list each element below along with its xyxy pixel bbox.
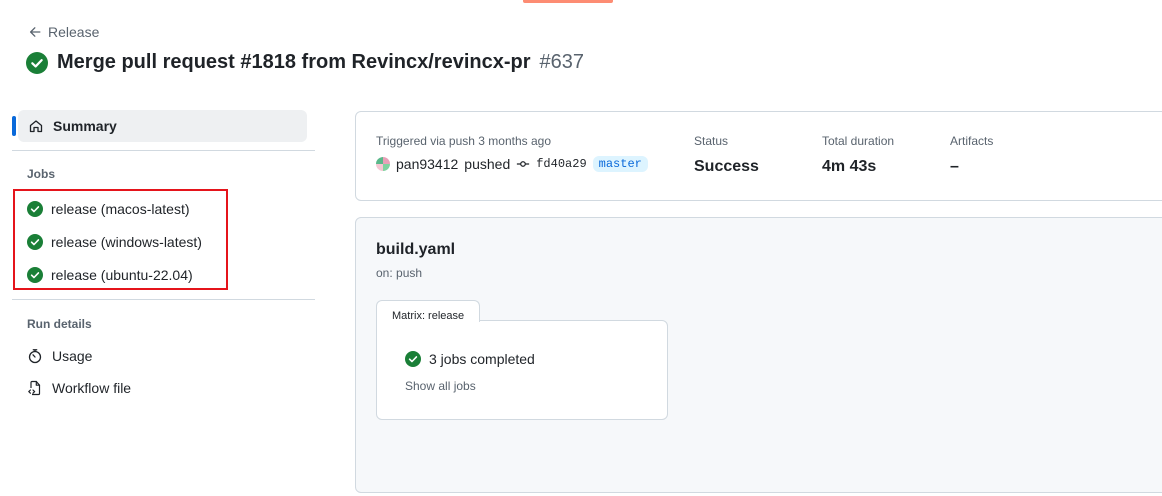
status-column: Status Success <box>694 134 759 176</box>
branch-label[interactable]: master <box>592 156 648 172</box>
sidebar-item-usage[interactable]: Usage <box>12 340 315 372</box>
back-to-workflow-link[interactable]: Release <box>28 24 99 40</box>
workflow-trigger: on: push <box>376 266 423 280</box>
sidebar-item-label: Usage <box>52 348 93 364</box>
avatar[interactable] <box>376 157 390 171</box>
file-code-icon <box>28 380 41 396</box>
sidebar-item-label: Workflow file <box>52 380 132 396</box>
sidebar-item-label: Summary <box>53 118 117 134</box>
matrix-job-group: 3 jobs completed Show all jobs <box>376 320 668 420</box>
jobs-heading: Jobs <box>27 167 56 181</box>
check-circle-icon <box>405 351 421 367</box>
workflow-graph-card: build.yaml on: push Matrix: release 3 jo… <box>355 217 1162 493</box>
commit-sha-link[interactable]: fd40a29 <box>536 157 586 171</box>
show-all-jobs-link[interactable]: Show all jobs <box>405 379 476 393</box>
run-status-card: Triggered via push 3 months ago pan93412… <box>355 111 1162 201</box>
stopwatch-icon <box>28 349 42 364</box>
active-tab-indicator <box>523 0 613 3</box>
sidebar-item-workflow-file[interactable]: Workflow file <box>12 372 315 404</box>
trigger-info: Triggered via push 3 months ago pan93412… <box>376 134 648 172</box>
trigger-row: pan93412 pushed fd40a29 master <box>376 156 648 172</box>
home-icon <box>29 120 43 133</box>
page-title: Merge pull request #1818 from Revincx/re… <box>57 51 531 73</box>
workflow-file-name: build.yaml <box>376 241 456 258</box>
status-value: Success <box>694 158 759 175</box>
status-label: Status <box>694 134 729 148</box>
artifacts-value: – <box>950 158 959 175</box>
run-number: #637 <box>539 51 585 73</box>
page-title-row: Merge pull request #1818 from Revincx/re… <box>26 51 584 74</box>
duration-value: 4m 43s <box>822 158 877 175</box>
matrix-tab: Matrix: release <box>376 300 481 322</box>
check-circle-icon <box>26 51 48 74</box>
matrix-status-label: 3 jobs completed <box>429 351 535 367</box>
git-commit-icon <box>517 161 530 167</box>
divider <box>12 150 315 151</box>
arrow-left-icon <box>29 27 41 37</box>
highlight-box <box>13 189 228 290</box>
duration-label: Total duration <box>822 134 895 148</box>
back-link-label: Release <box>48 24 100 40</box>
actor-name[interactable]: pan93412 <box>396 156 458 172</box>
duration-column: Total duration 4m 43s <box>822 134 894 176</box>
run-details-list: Usage Workflow file <box>12 340 315 404</box>
matrix-status[interactable]: 3 jobs completed <box>405 351 535 367</box>
divider <box>12 299 315 300</box>
run-details-heading: Run details <box>27 317 92 331</box>
sidebar: Summary Jobs release (macos-latest) rele… <box>12 110 315 404</box>
artifacts-label: Artifacts <box>950 134 994 148</box>
artifacts-column: Artifacts – <box>950 134 993 176</box>
trigger-action: pushed <box>464 156 511 172</box>
sidebar-item-summary[interactable]: Summary <box>12 110 307 142</box>
trigger-label: Triggered via push 3 months ago <box>376 134 551 148</box>
